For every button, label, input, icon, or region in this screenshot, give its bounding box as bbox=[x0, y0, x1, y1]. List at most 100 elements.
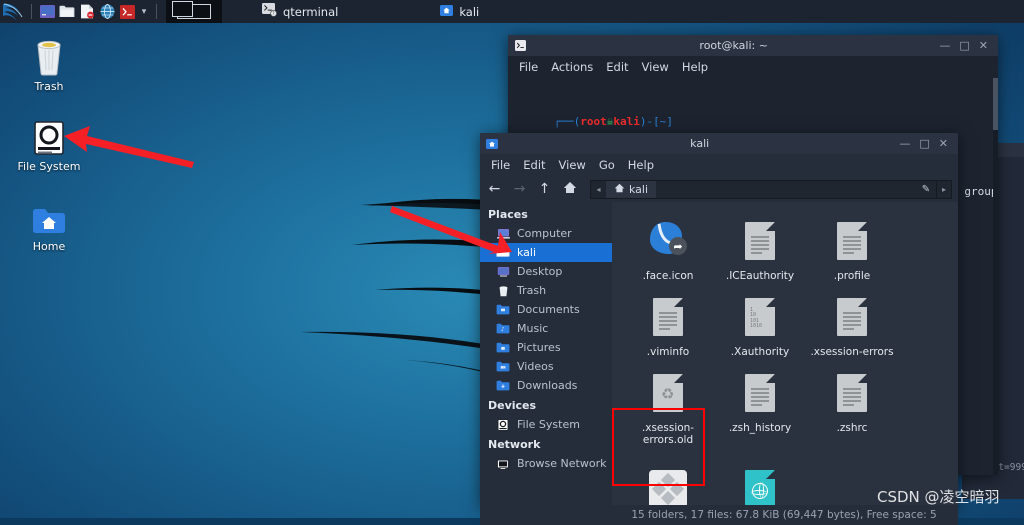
path-scroll-right-button[interactable]: ▸ bbox=[936, 180, 951, 198]
trash-icon bbox=[496, 284, 510, 297]
file-item[interactable]: ➦ .face.icon bbox=[622, 208, 714, 282]
sidebar-item-label: Downloads bbox=[517, 379, 578, 392]
network-icon bbox=[496, 457, 510, 470]
up-button[interactable]: ↑ bbox=[536, 181, 553, 197]
file-manager-titlebar[interactable]: kali — □ ✕ bbox=[480, 133, 958, 154]
file-manager-icon[interactable] bbox=[57, 0, 77, 23]
file-manager-close-button[interactable]: ✕ bbox=[939, 138, 948, 149]
file-manager-window[interactable]: kali — □ ✕ File Edit View Go Help ← → ↑ … bbox=[480, 133, 958, 525]
sidebar-item-file-system[interactable]: File System bbox=[480, 415, 612, 434]
terminal-menu-file[interactable]: File bbox=[519, 60, 538, 74]
arrow-to-file-system bbox=[64, 126, 194, 168]
path-bar[interactable]: ◂ kali ✎ ▸ bbox=[590, 179, 952, 199]
taskbar: ▾ ? qterminal kali bbox=[0, 0, 1024, 23]
sidebar-item-music[interactable]: ♪ Music bbox=[480, 319, 612, 338]
desktop-icon-trash[interactable]: Trash bbox=[2, 32, 96, 93]
sidebar-item-documents[interactable]: Documents bbox=[480, 300, 612, 319]
terminal-menu-edit[interactable]: Edit bbox=[606, 60, 628, 74]
html-document-icon bbox=[714, 462, 806, 505]
folder-home-icon bbox=[484, 138, 500, 149]
watermark: CSDN @凌空暗羽 bbox=[877, 488, 1000, 506]
home-button[interactable] bbox=[561, 181, 578, 198]
forward-button[interactable]: → bbox=[511, 181, 528, 197]
file-name: .face.icon bbox=[642, 270, 694, 282]
text-editor-icon[interactable] bbox=[77, 0, 97, 23]
sidebar-item-label: Trash bbox=[517, 284, 547, 297]
sidebar-item-downloads[interactable]: Downloads bbox=[480, 376, 612, 395]
file-item[interactable]: .zshrc bbox=[806, 360, 898, 446]
file-manager-minimize-button[interactable]: — bbox=[899, 138, 910, 149]
path-scroll-left-button[interactable]: ◂ bbox=[591, 185, 606, 194]
sidebar-item-label: Desktop bbox=[517, 265, 563, 278]
terminal-scrollbar[interactable] bbox=[993, 78, 998, 475]
taskbar-task-qterminal[interactable]: ? qterminal bbox=[252, 0, 348, 23]
terminal-menu-help[interactable]: Help bbox=[682, 60, 708, 74]
prompt-path: [~] bbox=[653, 115, 673, 128]
terminal-minimize-button[interactable]: — bbox=[939, 40, 950, 51]
file-item[interactable]: .profile bbox=[806, 208, 898, 282]
workspace-pager[interactable] bbox=[166, 0, 222, 23]
sidebar-item-trash[interactable]: Trash bbox=[480, 281, 612, 300]
prompt-user: root bbox=[580, 115, 607, 128]
taskbar-task-kali[interactable]: kali bbox=[430, 0, 489, 23]
file-menu-help[interactable]: Help bbox=[628, 158, 654, 172]
file-menu-edit[interactable]: Edit bbox=[523, 158, 545, 172]
sidebar-item-pictures[interactable]: Pictures bbox=[480, 338, 612, 357]
terminal-menu-view[interactable]: View bbox=[642, 60, 669, 74]
file-item-demo-exe[interactable]: demo.exe bbox=[622, 456, 714, 505]
file-grid: ➦ .face.icon .ICEauthority .profile .vim… bbox=[612, 208, 958, 505]
file-name: .zshrc bbox=[836, 422, 868, 434]
web-browser-icon[interactable] bbox=[97, 0, 117, 23]
file-item[interactable]: fBnQVpYr.html bbox=[714, 456, 806, 505]
terminal-maximize-button[interactable]: □ bbox=[959, 40, 969, 51]
file-name: .ICEauthority bbox=[725, 270, 795, 282]
terminal-titlebar[interactable]: root@kali: ~ — □ ✕ bbox=[508, 35, 998, 56]
sidebar-item-videos[interactable]: Videos bbox=[480, 357, 612, 376]
file-manager-toolbar: ← → ↑ ◂ kali ✎ ▸ bbox=[480, 176, 958, 202]
file-item[interactable]: .zsh_history bbox=[714, 360, 806, 446]
terminal-icon[interactable] bbox=[117, 0, 137, 23]
folder-home-icon bbox=[440, 4, 454, 19]
file-manager-maximize-button[interactable]: □ bbox=[919, 138, 929, 149]
file-list-area[interactable]: ➦ .face.icon .ICEauthority .profile .vim… bbox=[612, 202, 958, 505]
file-manager-statusbar: 15 folders, 17 files: 67.8 KiB (69,447 b… bbox=[480, 505, 958, 525]
file-menu-view[interactable]: View bbox=[559, 158, 586, 172]
arrow-to-kali-place bbox=[390, 206, 512, 254]
trash-icon bbox=[2, 32, 96, 76]
kali-dragon-icon[interactable] bbox=[0, 0, 26, 23]
backup-document-icon: ♻ bbox=[622, 366, 714, 420]
file-name: .xsession-errors bbox=[810, 346, 894, 358]
file-menu-go[interactable]: Go bbox=[599, 158, 615, 172]
pencil-icon[interactable]: ✎ bbox=[916, 184, 936, 195]
file-item[interactable]: .xsession-errors bbox=[806, 284, 898, 358]
image-link-icon: ➦ bbox=[622, 214, 714, 268]
sidebar-item-desktop[interactable]: Desktop bbox=[480, 262, 612, 281]
file-manager-body: Places Computer kali Desktop Trash Docum… bbox=[480, 202, 958, 505]
document-icon bbox=[714, 366, 806, 420]
folder-music-icon: ♪ bbox=[496, 322, 510, 335]
sidebar-item-label: Computer bbox=[517, 227, 572, 240]
desktop-icon bbox=[496, 265, 510, 278]
file-item[interactable]: 1 10 101 1010 .Xauthority bbox=[714, 284, 806, 358]
desktop-icon-label: Home bbox=[32, 240, 66, 253]
binary-document-icon: 1 10 101 1010 bbox=[714, 290, 806, 344]
terminal-close-button[interactable]: ✕ bbox=[979, 40, 988, 51]
terminal-menu-actions[interactable]: Actions bbox=[551, 60, 593, 74]
sidebar-item-label: File System bbox=[517, 418, 580, 431]
file-manager-menubar: File Edit View Go Help bbox=[480, 154, 958, 176]
folder-pictures-icon bbox=[496, 341, 510, 354]
breadcrumb-label: kali bbox=[629, 182, 649, 196]
sidebar-item-label: Pictures bbox=[517, 341, 561, 354]
show-desktop-icon[interactable] bbox=[37, 0, 57, 23]
sidebar-item-browse-network[interactable]: Browse Network bbox=[480, 454, 612, 473]
file-item[interactable]: .ICEauthority bbox=[714, 208, 806, 282]
document-icon bbox=[806, 366, 898, 420]
file-item[interactable]: ♻ .xsession-errors.old bbox=[622, 360, 714, 446]
chevron-down-icon[interactable]: ▾ bbox=[137, 7, 151, 17]
taskbar-task-label: qterminal bbox=[283, 4, 339, 19]
file-menu-file[interactable]: File bbox=[491, 158, 510, 172]
file-item[interactable]: .viminfo bbox=[622, 284, 714, 358]
desktop-icon-home[interactable]: Home bbox=[2, 192, 96, 253]
breadcrumb-kali[interactable]: kali bbox=[606, 180, 657, 198]
back-button[interactable]: ← bbox=[486, 181, 503, 197]
